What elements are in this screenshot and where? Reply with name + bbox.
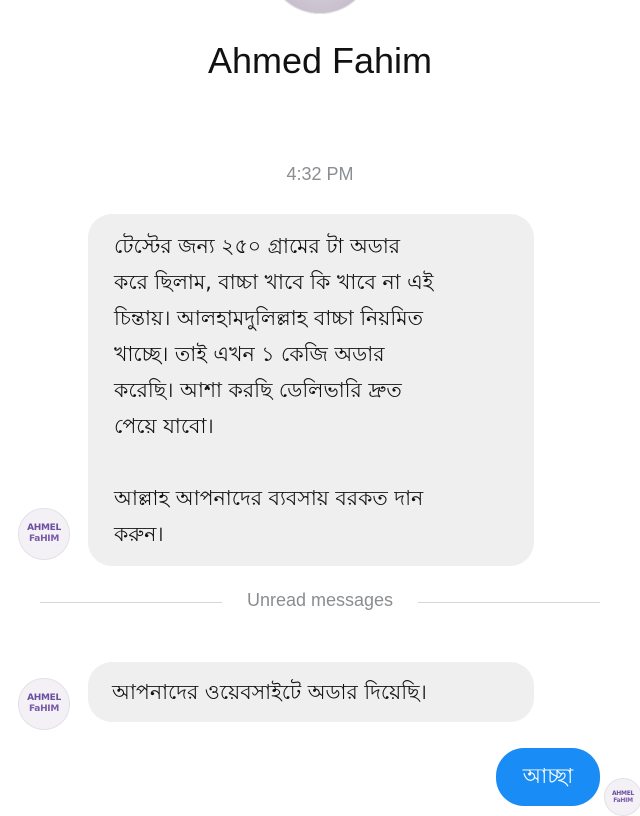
- incoming-message-bubble[interactable]: আপনাদের ওয়েবসাইটে অডার দিয়েছি।: [88, 662, 534, 722]
- avatar-text-line2: FaHIM: [613, 797, 633, 804]
- contact-avatar-top[interactable]: [272, 0, 368, 14]
- seen-receipt-avatar: AHMEL FaHIM: [604, 778, 640, 816]
- outgoing-message-bubble[interactable]: আচ্ছা: [496, 748, 600, 806]
- avatar-text-line2: FaHIM: [28, 704, 60, 714]
- unread-messages-divider: Unread messages: [40, 590, 600, 614]
- avatar-text-line1: AHMEL: [611, 790, 635, 797]
- incoming-message-bubble[interactable]: টেস্টের জন্য ২৫০ গ্রামের টা অডার করে ছিল…: [88, 214, 534, 566]
- avatar-text-line1: AHMEL: [27, 523, 61, 533]
- avatar-text-line2: FaHIM: [28, 534, 60, 544]
- sender-avatar[interactable]: AHMEL FaHIM: [18, 678, 70, 730]
- sender-avatar[interactable]: AHMEL FaHIM: [18, 508, 70, 560]
- message-timestamp: 4:32 PM: [286, 164, 354, 184]
- contact-name[interactable]: Ahmed Fahim: [0, 40, 640, 82]
- unread-messages-label: Unread messages: [246, 590, 394, 610]
- divider-line-right: [418, 602, 600, 603]
- avatar-text-line1: AHMEL: [27, 693, 61, 703]
